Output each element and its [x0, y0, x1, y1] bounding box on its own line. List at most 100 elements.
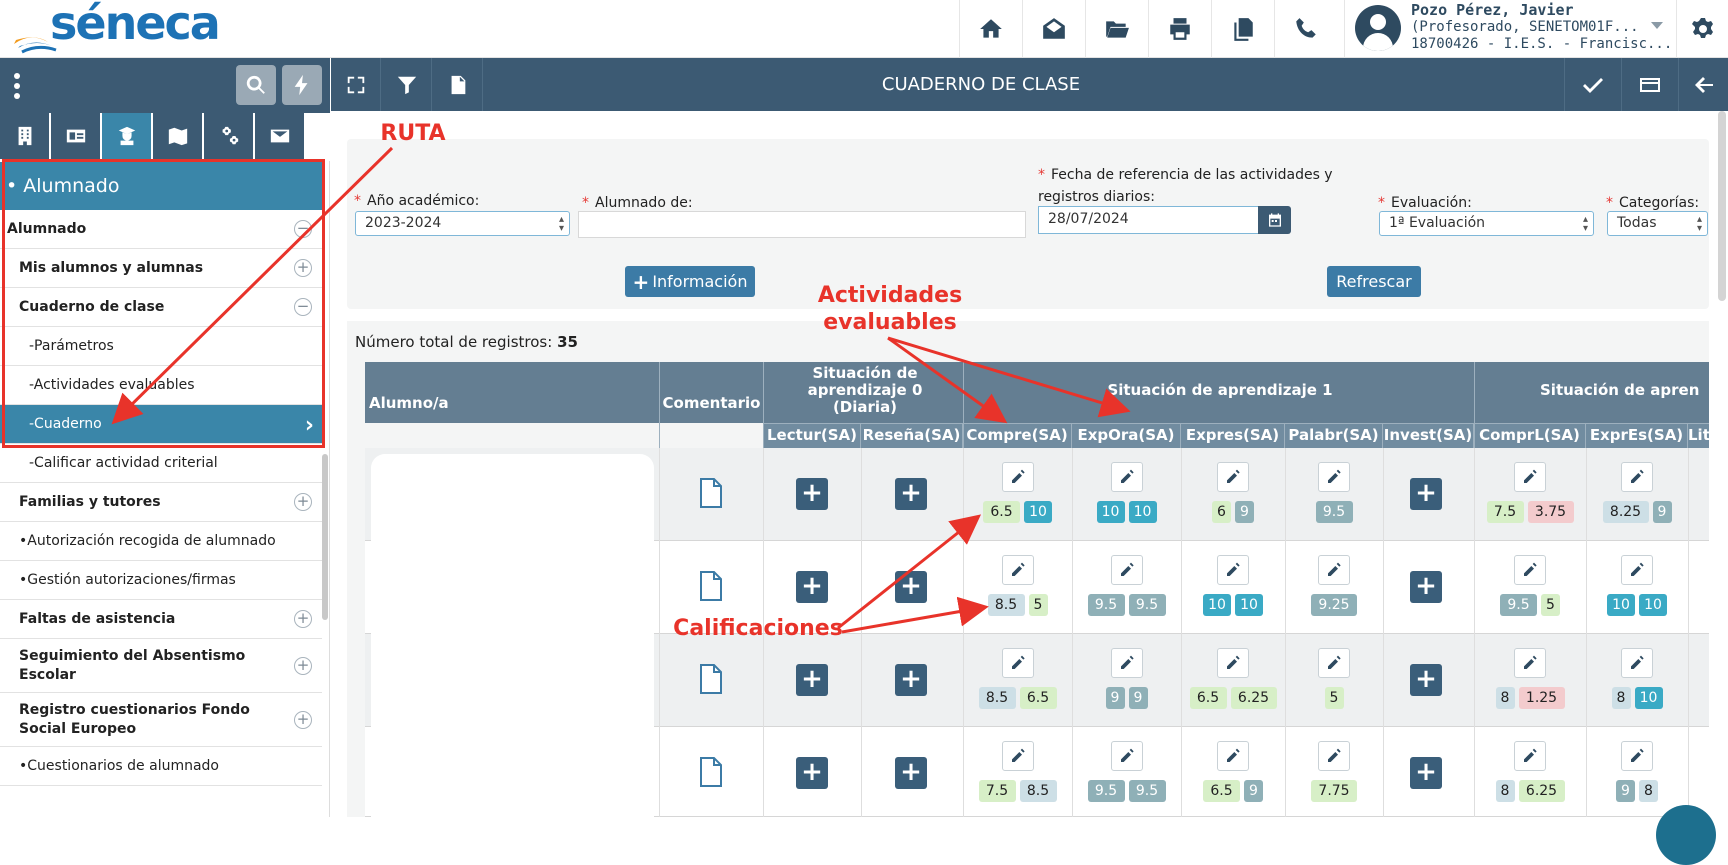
- edit-grade-icon[interactable]: [1514, 648, 1546, 678]
- grade-badge[interactable]: 10: [1235, 594, 1263, 616]
- tab-messages[interactable]: [255, 113, 304, 159]
- tab-id-card[interactable]: [51, 113, 100, 159]
- edit-grade-icon[interactable]: [1001, 648, 1034, 678]
- grade-badge[interactable]: 9.5: [1315, 501, 1353, 523]
- edit-grade-icon[interactable]: [1001, 741, 1034, 771]
- lightning-icon[interactable]: [282, 65, 322, 105]
- refresh-button[interactable]: Refrescar: [1327, 266, 1421, 297]
- col-alumno[interactable]: Alumno/a: [365, 394, 659, 412]
- home-icon[interactable]: [959, 0, 1022, 58]
- grade-badge[interactable]: 8.25: [1602, 501, 1649, 523]
- grade-badge[interactable]: 1.25: [1518, 687, 1565, 709]
- sidebar-item-autorizacion-recogida[interactable]: •Autorización recogida de alumnado: [0, 522, 322, 561]
- edit-grade-icon[interactable]: [1318, 555, 1350, 585]
- alumnado-input[interactable]: [578, 211, 1026, 238]
- fullscreen-icon[interactable]: [331, 58, 381, 111]
- col-expora[interactable]: ExpOra(SA): [1072, 423, 1181, 448]
- col-palabr[interactable]: Palabr(SA): [1285, 423, 1383, 448]
- grade-badge[interactable]: 9: [1128, 687, 1148, 709]
- add-invest-button[interactable]: +: [1410, 757, 1442, 789]
- sidebar-item-gestion-autorizaciones[interactable]: •Gestión autorizaciones/firmas: [0, 561, 322, 600]
- grade-badge[interactable]: 6.5: [1019, 687, 1057, 709]
- print-icon[interactable]: [1148, 0, 1211, 58]
- add-lectur-button[interactable]: +: [796, 571, 828, 603]
- add-resena-button[interactable]: +: [895, 571, 927, 603]
- col-compre[interactable]: Compre(SA): [963, 423, 1072, 448]
- edit-grade-icon[interactable]: [1217, 741, 1249, 771]
- main-scrollbar[interactable]: [1718, 111, 1726, 301]
- grade-badge[interactable]: 10: [1639, 594, 1667, 616]
- sidebar-item-familias[interactable]: Familias y tutores +: [0, 483, 322, 522]
- edit-grade-icon[interactable]: [1001, 555, 1034, 585]
- grade-badge[interactable]: 8.5: [1019, 780, 1057, 802]
- grade-badge[interactable]: 6.5: [1203, 780, 1240, 802]
- edit-grade-icon[interactable]: [1621, 555, 1653, 585]
- add-resena-button[interactable]: +: [895, 757, 927, 789]
- evaluacion-select[interactable]: 1ª Evaluación ▴ ▾: [1379, 211, 1594, 236]
- edit-grade-icon[interactable]: [1621, 462, 1653, 492]
- sidebar-item-absentismo[interactable]: Seguimiento del Absentismo Escolar +: [0, 639, 322, 693]
- anio-select[interactable]: 2023-2024 ▴ ▾: [355, 211, 570, 236]
- back-arrow-icon[interactable]: [1678, 58, 1728, 111]
- search-icon[interactable]: [236, 65, 276, 105]
- grade-badge[interactable]: 10: [1634, 687, 1663, 709]
- pdf-icon[interactable]: [433, 58, 483, 111]
- fecha-input[interactable]: 28/07/2024: [1038, 206, 1259, 234]
- add-invest-button[interactable]: +: [1410, 478, 1442, 510]
- grade-badge[interactable]: 9.5: [1128, 594, 1166, 616]
- grade-badge[interactable]: 6.25: [1518, 780, 1565, 802]
- mail-icon[interactable]: [1022, 0, 1085, 58]
- grade-badge[interactable]: 6.5: [983, 501, 1020, 523]
- col-invest[interactable]: Invest(SA): [1383, 423, 1474, 448]
- grade-badge[interactable]: 3.75: [1527, 501, 1574, 523]
- col-comprl[interactable]: ComprL(SA): [1474, 423, 1586, 448]
- sidebar-item-registro-fse[interactable]: Registro cuestionarios Fondo Social Euro…: [0, 693, 322, 747]
- grade-badge[interactable]: 10: [1096, 501, 1125, 523]
- sidebar-item-faltas[interactable]: Faltas de asistencia +: [0, 600, 322, 639]
- grade-badge[interactable]: 10: [1024, 501, 1052, 523]
- grade-badge[interactable]: 8: [1639, 780, 1658, 802]
- edit-grade-icon[interactable]: [1318, 462, 1350, 492]
- filter-icon[interactable]: [382, 58, 432, 111]
- add-lectur-button[interactable]: +: [796, 664, 828, 696]
- tab-students[interactable]: [102, 113, 151, 159]
- add-lectur-button[interactable]: +: [796, 757, 828, 789]
- chat-button[interactable]: [1656, 805, 1716, 865]
- gear-icon[interactable]: [1676, 0, 1728, 58]
- grade-badge[interactable]: 9.5: [1500, 594, 1537, 616]
- edit-grade-icon[interactable]: [1514, 741, 1546, 771]
- edit-grade-icon[interactable]: [1110, 648, 1143, 678]
- grade-badge[interactable]: 8: [1495, 687, 1515, 709]
- more-menu-icon[interactable]: [14, 73, 20, 99]
- folder-icon[interactable]: [1085, 0, 1148, 58]
- grade-badge[interactable]: 9.5: [1128, 780, 1166, 802]
- grade-badge[interactable]: 6.25: [1230, 687, 1277, 709]
- edit-grade-icon[interactable]: [1318, 741, 1350, 771]
- grade-badge[interactable]: 10: [1607, 594, 1635, 616]
- col-expres2[interactable]: ExprEs(SA): [1586, 423, 1688, 448]
- edit-grade-icon[interactable]: [1217, 555, 1249, 585]
- grade-badge[interactable]: 8.5: [987, 594, 1025, 616]
- info-button[interactable]: + Información: [625, 266, 755, 297]
- sidebar-scrollbar[interactable]: [322, 454, 328, 620]
- card-icon[interactable]: [1621, 58, 1678, 111]
- documents-icon[interactable]: [1211, 0, 1274, 58]
- grade-badge[interactable]: 9: [1235, 501, 1254, 523]
- tab-map[interactable]: [153, 113, 202, 159]
- col-lectur[interactable]: Lectur(SA): [764, 423, 861, 448]
- add-lectur-button[interactable]: +: [796, 478, 828, 510]
- sidebar-item-cuestionarios[interactable]: •Cuestionarios de alumnado: [0, 747, 322, 786]
- grade-badge[interactable]: 9: [1616, 780, 1635, 802]
- grade-badge[interactable]: 5: [1324, 687, 1344, 709]
- grade-badge[interactable]: 7.75: [1311, 780, 1357, 802]
- add-invest-button[interactable]: +: [1410, 571, 1442, 603]
- add-resena-button[interactable]: +: [895, 478, 927, 510]
- add-invest-button[interactable]: +: [1410, 664, 1442, 696]
- grade-badge[interactable]: 8: [1611, 687, 1631, 709]
- edit-grade-icon[interactable]: [1110, 555, 1143, 585]
- sidebar-item-calificar-actividad[interactable]: -Calificar actividad criterial: [0, 444, 322, 483]
- categorias-select[interactable]: Todas ▴ ▾: [1607, 211, 1708, 236]
- edit-grade-icon[interactable]: [1514, 555, 1546, 585]
- check-icon[interactable]: [1564, 58, 1621, 111]
- user-menu[interactable]: Pozo Pérez, Javier (Profesorado, SENETOM…: [1344, 0, 1674, 58]
